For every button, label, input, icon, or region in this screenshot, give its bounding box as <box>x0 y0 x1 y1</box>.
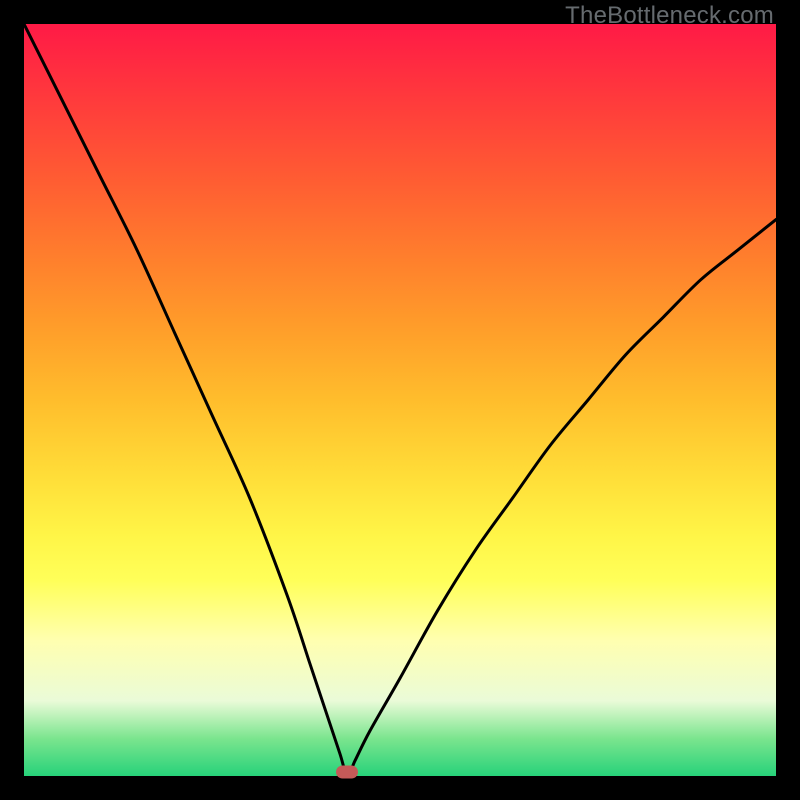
plot-area <box>24 24 776 776</box>
balance-marker <box>336 766 358 779</box>
bottleneck-curve <box>24 24 776 776</box>
chart-frame: TheBottleneck.com <box>0 0 800 800</box>
